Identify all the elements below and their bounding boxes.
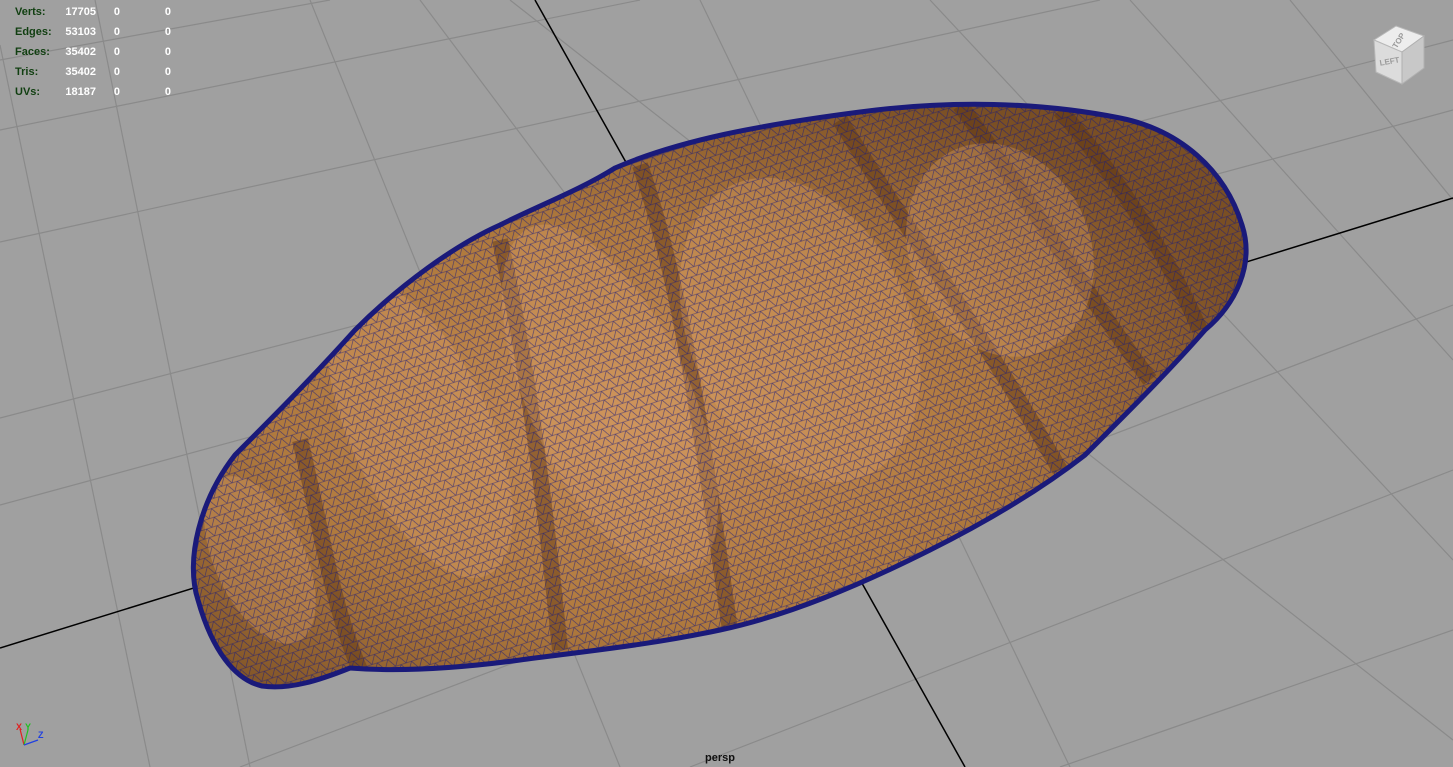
hud-row: Edges: 53103 0 0: [15, 22, 185, 42]
hud-stat-total: 35402: [65, 46, 96, 58]
hud-stat-label: Faces:: [15, 46, 50, 58]
hud-stat-label: UVs:: [15, 86, 41, 98]
hud-stat-component: 0: [164, 66, 171, 78]
hud-row: Tris: 35402 0 0: [15, 62, 185, 82]
x-axis-label: X: [16, 722, 22, 732]
hud-stat-component: 0: [164, 26, 171, 38]
view-cube[interactable]: TOP LEFT: [1368, 22, 1430, 92]
persp-viewport[interactable]: Verts: 17705 0 0 Edges: 53103 0 0 Faces: 35402 0 0 T…: [0, 0, 1453, 767]
scene-canvas[interactable]: [0, 0, 1453, 767]
y-axis-line: [23, 729, 29, 746]
hud-stat-selected: 0: [113, 66, 120, 78]
hud-stat-total: 17705: [65, 6, 96, 18]
hud-stat-component: 0: [164, 6, 171, 18]
hud-stat-total: 35402: [65, 66, 96, 78]
z-axis-label: Z: [38, 730, 44, 740]
hud-stat-selected: 0: [113, 26, 120, 38]
poly-count-hud: Verts: 17705 0 0 Edges: 53103 0 0 Faces: 35402 0 0 T…: [15, 2, 185, 102]
y-axis-label: Y: [25, 722, 31, 732]
bread-loaf-mesh[interactable]: [0, 0, 1453, 767]
hud-stat-selected: 0: [113, 86, 120, 98]
hud-stat-selected: 0: [113, 46, 120, 58]
axis-gizmo: X Y Z: [16, 722, 44, 746]
hud-stat-component: 0: [164, 86, 171, 98]
hud-row: UVs: 18187 0 0: [15, 82, 185, 102]
camera-name-label: persp: [705, 752, 735, 764]
hud-stat-selected: 0: [113, 6, 120, 18]
hud-stat-label: Edges:: [15, 26, 52, 38]
hud-stat-component: 0: [164, 46, 171, 58]
grid-line: [0, 44, 151, 767]
hud-row: Verts: 17705 0 0: [15, 2, 185, 22]
z-axis-line: [23, 739, 39, 746]
grid-line: [1059, 629, 1453, 767]
hud-stat-total: 18187: [65, 86, 96, 98]
hud-stat-label: Tris:: [15, 66, 39, 78]
hud-stat-label: Verts:: [15, 6, 46, 18]
hud-stat-total: 53103: [65, 26, 96, 38]
hud-row: Faces: 35402 0 0: [15, 42, 185, 62]
